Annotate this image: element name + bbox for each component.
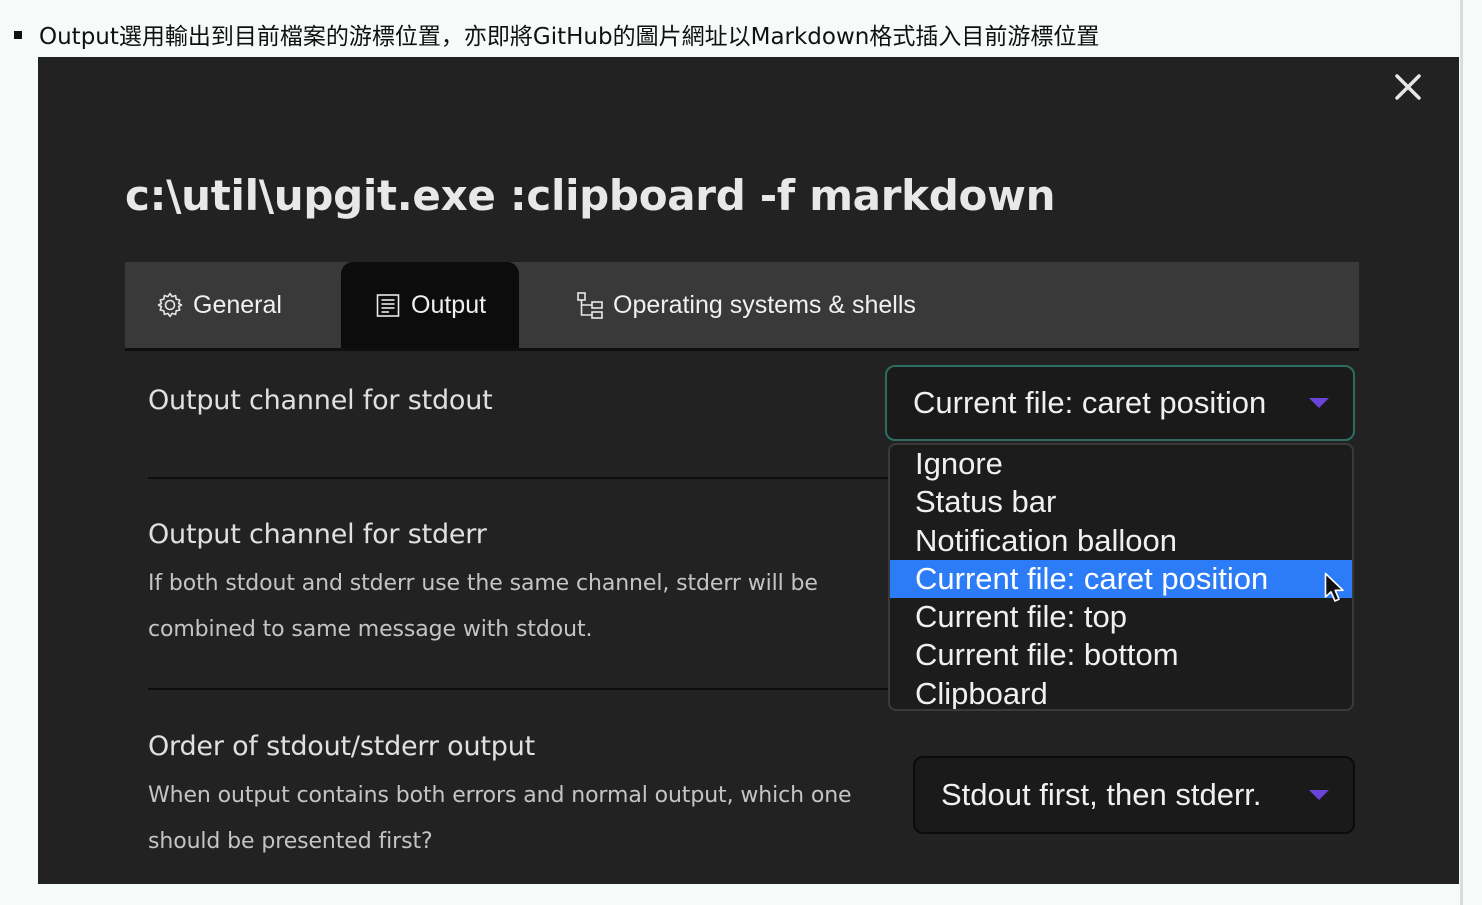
stderr-description: If both stdout and stderr use the same c… — [148, 571, 818, 642]
stdout-selected-value: Current file: caret position — [913, 385, 1267, 420]
stdout-dropdown-list: Ignore Status bar Notification balloon C… — [888, 443, 1354, 711]
divider — [148, 477, 888, 479]
tab-output[interactable]: Output — [341, 262, 519, 348]
tab-operating-systems[interactable]: Operating systems & shells — [519, 262, 999, 348]
doc-bullet-item: Output選用輸出到目前檔案的游標位置，亦即將GitHub的圖片網址以Mark… — [14, 14, 1099, 54]
document-icon — [373, 290, 403, 320]
dropdown-option-status-bar[interactable]: Status bar — [890, 483, 1352, 521]
tree-icon — [575, 290, 605, 320]
chevron-down-icon — [1309, 790, 1329, 800]
dialog-title: c:\util\upgit.exe :clipboard -f markdown — [125, 171, 1056, 220]
chevron-down-icon — [1309, 398, 1329, 408]
dropdown-option-ignore[interactable]: Ignore — [890, 445, 1352, 483]
dropdown-option-notification-balloon[interactable]: Notification balloon — [890, 522, 1352, 560]
dropdown-option-clipboard[interactable]: Clipboard — [890, 675, 1352, 709]
order-label: Order of stdout/stderr output — [148, 731, 535, 762]
settings-dialog: c:\util\upgit.exe :clipboard -f markdown… — [38, 57, 1459, 884]
bullet-marker — [14, 31, 22, 39]
tab-general[interactable]: General — [125, 262, 341, 348]
divider — [148, 688, 888, 690]
order-select[interactable]: Stdout first, then stderr. — [913, 756, 1355, 834]
order-description: When output contains both errors and nor… — [148, 783, 852, 854]
tab-os-label: Operating systems & shells — [613, 290, 916, 319]
order-selected-value: Stdout first, then stderr. — [941, 777, 1262, 812]
tab-general-label: General — [193, 290, 282, 319]
dropdown-option-file-bottom[interactable]: Current file: bottom — [890, 636, 1352, 674]
page-scrollbar[interactable] — [1460, 0, 1463, 905]
stdout-label: Output channel for stdout — [148, 385, 493, 416]
tab-bar: General Output Operating systems & shell… — [125, 262, 1359, 351]
gear-icon — [155, 290, 185, 320]
dropdown-option-caret-position[interactable]: Current file: caret position — [890, 559, 1352, 599]
stdout-channel-select[interactable]: Current file: caret position — [885, 365, 1355, 441]
tab-output-label: Output — [411, 290, 487, 319]
doc-bullet-text: Output選用輸出到目前檔案的游標位置，亦即將GitHub的圖片網址以Mark… — [39, 24, 1100, 50]
close-icon[interactable] — [1390, 69, 1426, 105]
stderr-label: Output channel for stderr — [148, 519, 487, 550]
dropdown-option-file-top[interactable]: Current file: top — [890, 598, 1352, 636]
